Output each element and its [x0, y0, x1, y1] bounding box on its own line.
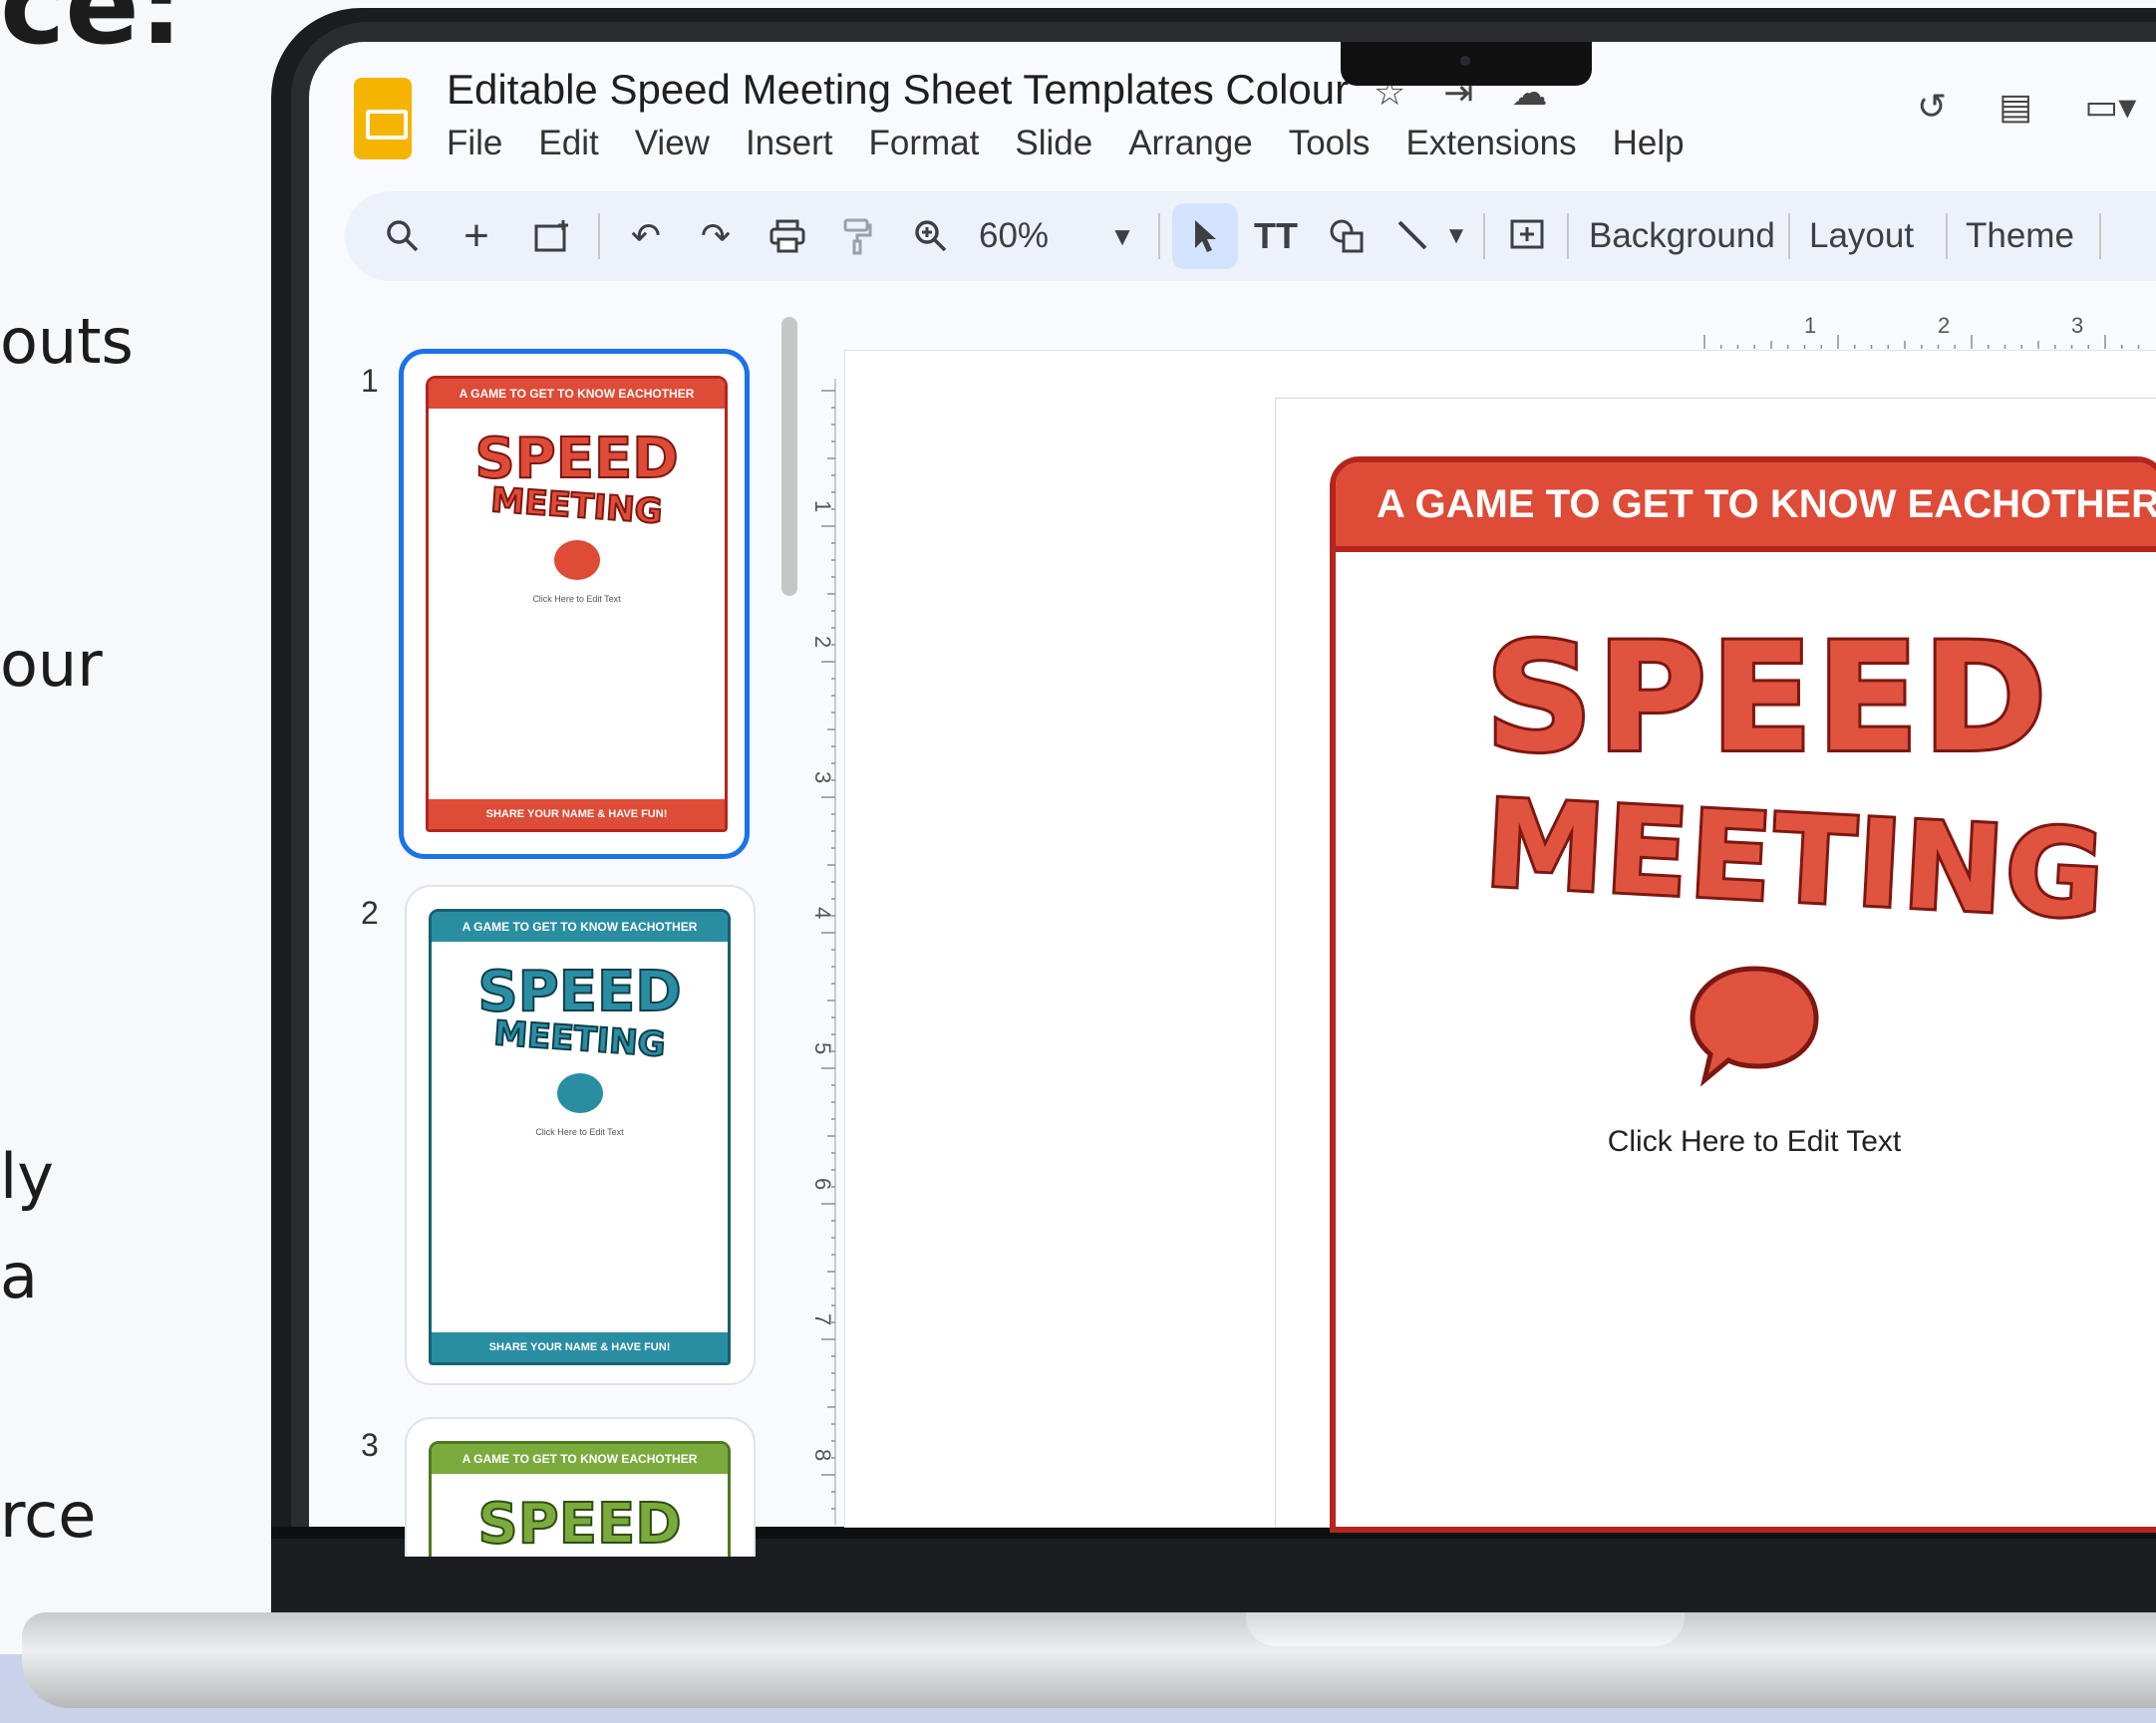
- speech-bubble-icon[interactable]: [1685, 959, 1824, 1088]
- slide-number-1: 1: [361, 363, 379, 399]
- menu-view[interactable]: View: [635, 124, 710, 163]
- slide-number-3: 3: [361, 1427, 379, 1463]
- text-fragment-2: our: [0, 628, 103, 701]
- undo-icon[interactable]: ↶: [618, 203, 674, 269]
- select-pointer-icon[interactable]: [1172, 203, 1238, 269]
- theme-button[interactable]: Theme: [1966, 203, 2074, 269]
- thumb-title: SPEED: [473, 427, 679, 491]
- menu-edit[interactable]: Edit: [538, 124, 598, 163]
- main-slide[interactable]: A GAME TO GET TO KNOW EACHOTHER SPEED ME…: [1330, 456, 2156, 1533]
- thumb-header: A GAME TO GET TO KNOW EACHOTHER: [432, 912, 728, 942]
- line-icon[interactable]: [1386, 203, 1441, 269]
- laptop-base-notch: [1246, 1612, 1685, 1646]
- ruler-label-h: 3: [2071, 313, 2083, 338]
- paint-format-icon[interactable]: [829, 203, 885, 269]
- laptop-base: [22, 1612, 2156, 1708]
- menu-tools[interactable]: Tools: [1289, 124, 1371, 163]
- header-actions: ↺ ▤ ▭▾: [1917, 86, 2136, 128]
- slide-number-2: 2: [361, 895, 379, 931]
- filmstrip-slide-2[interactable]: A GAME TO GET TO KNOW EACHOTHER SPEED ME…: [405, 885, 756, 1385]
- zoom-dropdown-icon[interactable]: ▼: [1102, 203, 1142, 269]
- ruler-label-v: 1: [810, 500, 835, 512]
- text-box-icon[interactable]: TT: [1246, 203, 1306, 269]
- new-slide-layout-icon[interactable]: [522, 203, 582, 269]
- heading-fragment: ce:: [0, 0, 183, 69]
- text-fragment-4: a: [0, 1240, 38, 1312]
- text-fragment-1: outs: [0, 305, 134, 378]
- slide-title-speed[interactable]: SPEED: [1482, 609, 2050, 788]
- redo-icon[interactable]: ↷: [688, 203, 744, 269]
- menu-arrange[interactable]: Arrange: [1128, 124, 1253, 163]
- filmstrip-slide-3[interactable]: A GAME TO GET TO KNOW EACHOTHER SPEED: [405, 1417, 756, 1557]
- thumb-click-text: Click Here to Edit Text: [535, 1127, 624, 1137]
- horizontal-ruler: 1 2 3: [1703, 313, 2140, 349]
- thumb-header: A GAME TO GET TO KNOW EACHOTHER: [432, 1444, 728, 1474]
- comments-icon[interactable]: ▤: [1999, 86, 2032, 128]
- ruler-label-v: 8: [810, 1449, 835, 1461]
- menu-insert[interactable]: Insert: [746, 124, 833, 163]
- ruler-label-v: 2: [810, 636, 835, 648]
- thumb-header: A GAME TO GET TO KNOW EACHOTHER: [429, 379, 725, 409]
- slide-header-text[interactable]: A GAME TO GET TO KNOW EACHOTHER: [1336, 462, 2156, 552]
- speech-bubble-icon: [556, 1073, 603, 1113]
- text-fragment-3: ly: [0, 1140, 54, 1213]
- thumb-click-text: Click Here to Edit Text: [532, 594, 621, 604]
- filmstrip-scrollbar[interactable]: [781, 317, 797, 596]
- slide-title-meeting[interactable]: MEETING: [1479, 772, 2112, 949]
- vertical-ruler: 1 2 3 4 5 6 7 8: [810, 379, 836, 1525]
- menu-format[interactable]: Format: [869, 124, 980, 163]
- thumb-title: SPEED: [476, 1492, 682, 1557]
- search-menus-icon[interactable]: [375, 203, 431, 269]
- camera-notch: [1341, 42, 1592, 86]
- menu-bar: File Edit View Insert Format Slide Arran…: [447, 124, 1685, 163]
- slides-logo-icon[interactable]: [354, 78, 412, 159]
- ruler-label-v: 7: [810, 1313, 835, 1325]
- ruler-label-v: 6: [810, 1178, 835, 1190]
- thumb-footer: SHARE YOUR NAME & HAVE FUN!: [429, 799, 725, 829]
- speech-bubble-icon: [553, 540, 600, 580]
- layout-button[interactable]: Layout: [1809, 203, 1914, 269]
- ruler-label-h: 1: [1804, 313, 1816, 338]
- menu-slide[interactable]: Slide: [1015, 124, 1092, 163]
- ruler-label-h: 2: [1938, 313, 1950, 338]
- zoom-icon[interactable]: [903, 203, 959, 269]
- filmstrip-slide-1[interactable]: A GAME TO GET TO KNOW EACHOTHER SPEED ME…: [399, 349, 750, 859]
- text-fragment-5: rce: [0, 1479, 97, 1552]
- shape-icon[interactable]: [1318, 203, 1376, 269]
- toolbar: + ↶ ↷ 60% ▼ TT ▼ Background Layout Theme: [345, 191, 2156, 281]
- slide-click-text[interactable]: Click Here to Edit Text: [1336, 1125, 2156, 1159]
- background-button[interactable]: Background: [1589, 203, 1775, 269]
- menu-extensions[interactable]: Extensions: [1405, 124, 1576, 163]
- menu-file[interactable]: File: [447, 124, 502, 163]
- ruler-label-v: 4: [810, 907, 835, 919]
- new-slide-plus-icon[interactable]: +: [449, 203, 504, 269]
- document-title[interactable]: Editable Speed Meeting Sheet Templates C…: [447, 66, 1349, 114]
- zoom-value[interactable]: 60%: [979, 203, 1049, 269]
- promo-stage: ce: outs our ly a rce Editable Speed Mee…: [0, 0, 2156, 1723]
- print-icon[interactable]: [760, 203, 815, 269]
- thumb-footer: SHARE YOUR NAME & HAVE FUN!: [432, 1332, 728, 1362]
- menu-help[interactable]: Help: [1613, 124, 1685, 163]
- meet-icon[interactable]: ▭▾: [2084, 86, 2136, 128]
- version-history-icon[interactable]: ↺: [1917, 86, 1947, 128]
- line-dropdown-icon[interactable]: ▼: [1439, 203, 1473, 269]
- ruler-label-v: 3: [810, 771, 835, 783]
- thumb-title: SPEED: [476, 960, 682, 1024]
- camera-icon: [1460, 56, 1470, 66]
- comment-add-icon[interactable]: [1499, 203, 1555, 269]
- ruler-label-v: 5: [810, 1042, 835, 1054]
